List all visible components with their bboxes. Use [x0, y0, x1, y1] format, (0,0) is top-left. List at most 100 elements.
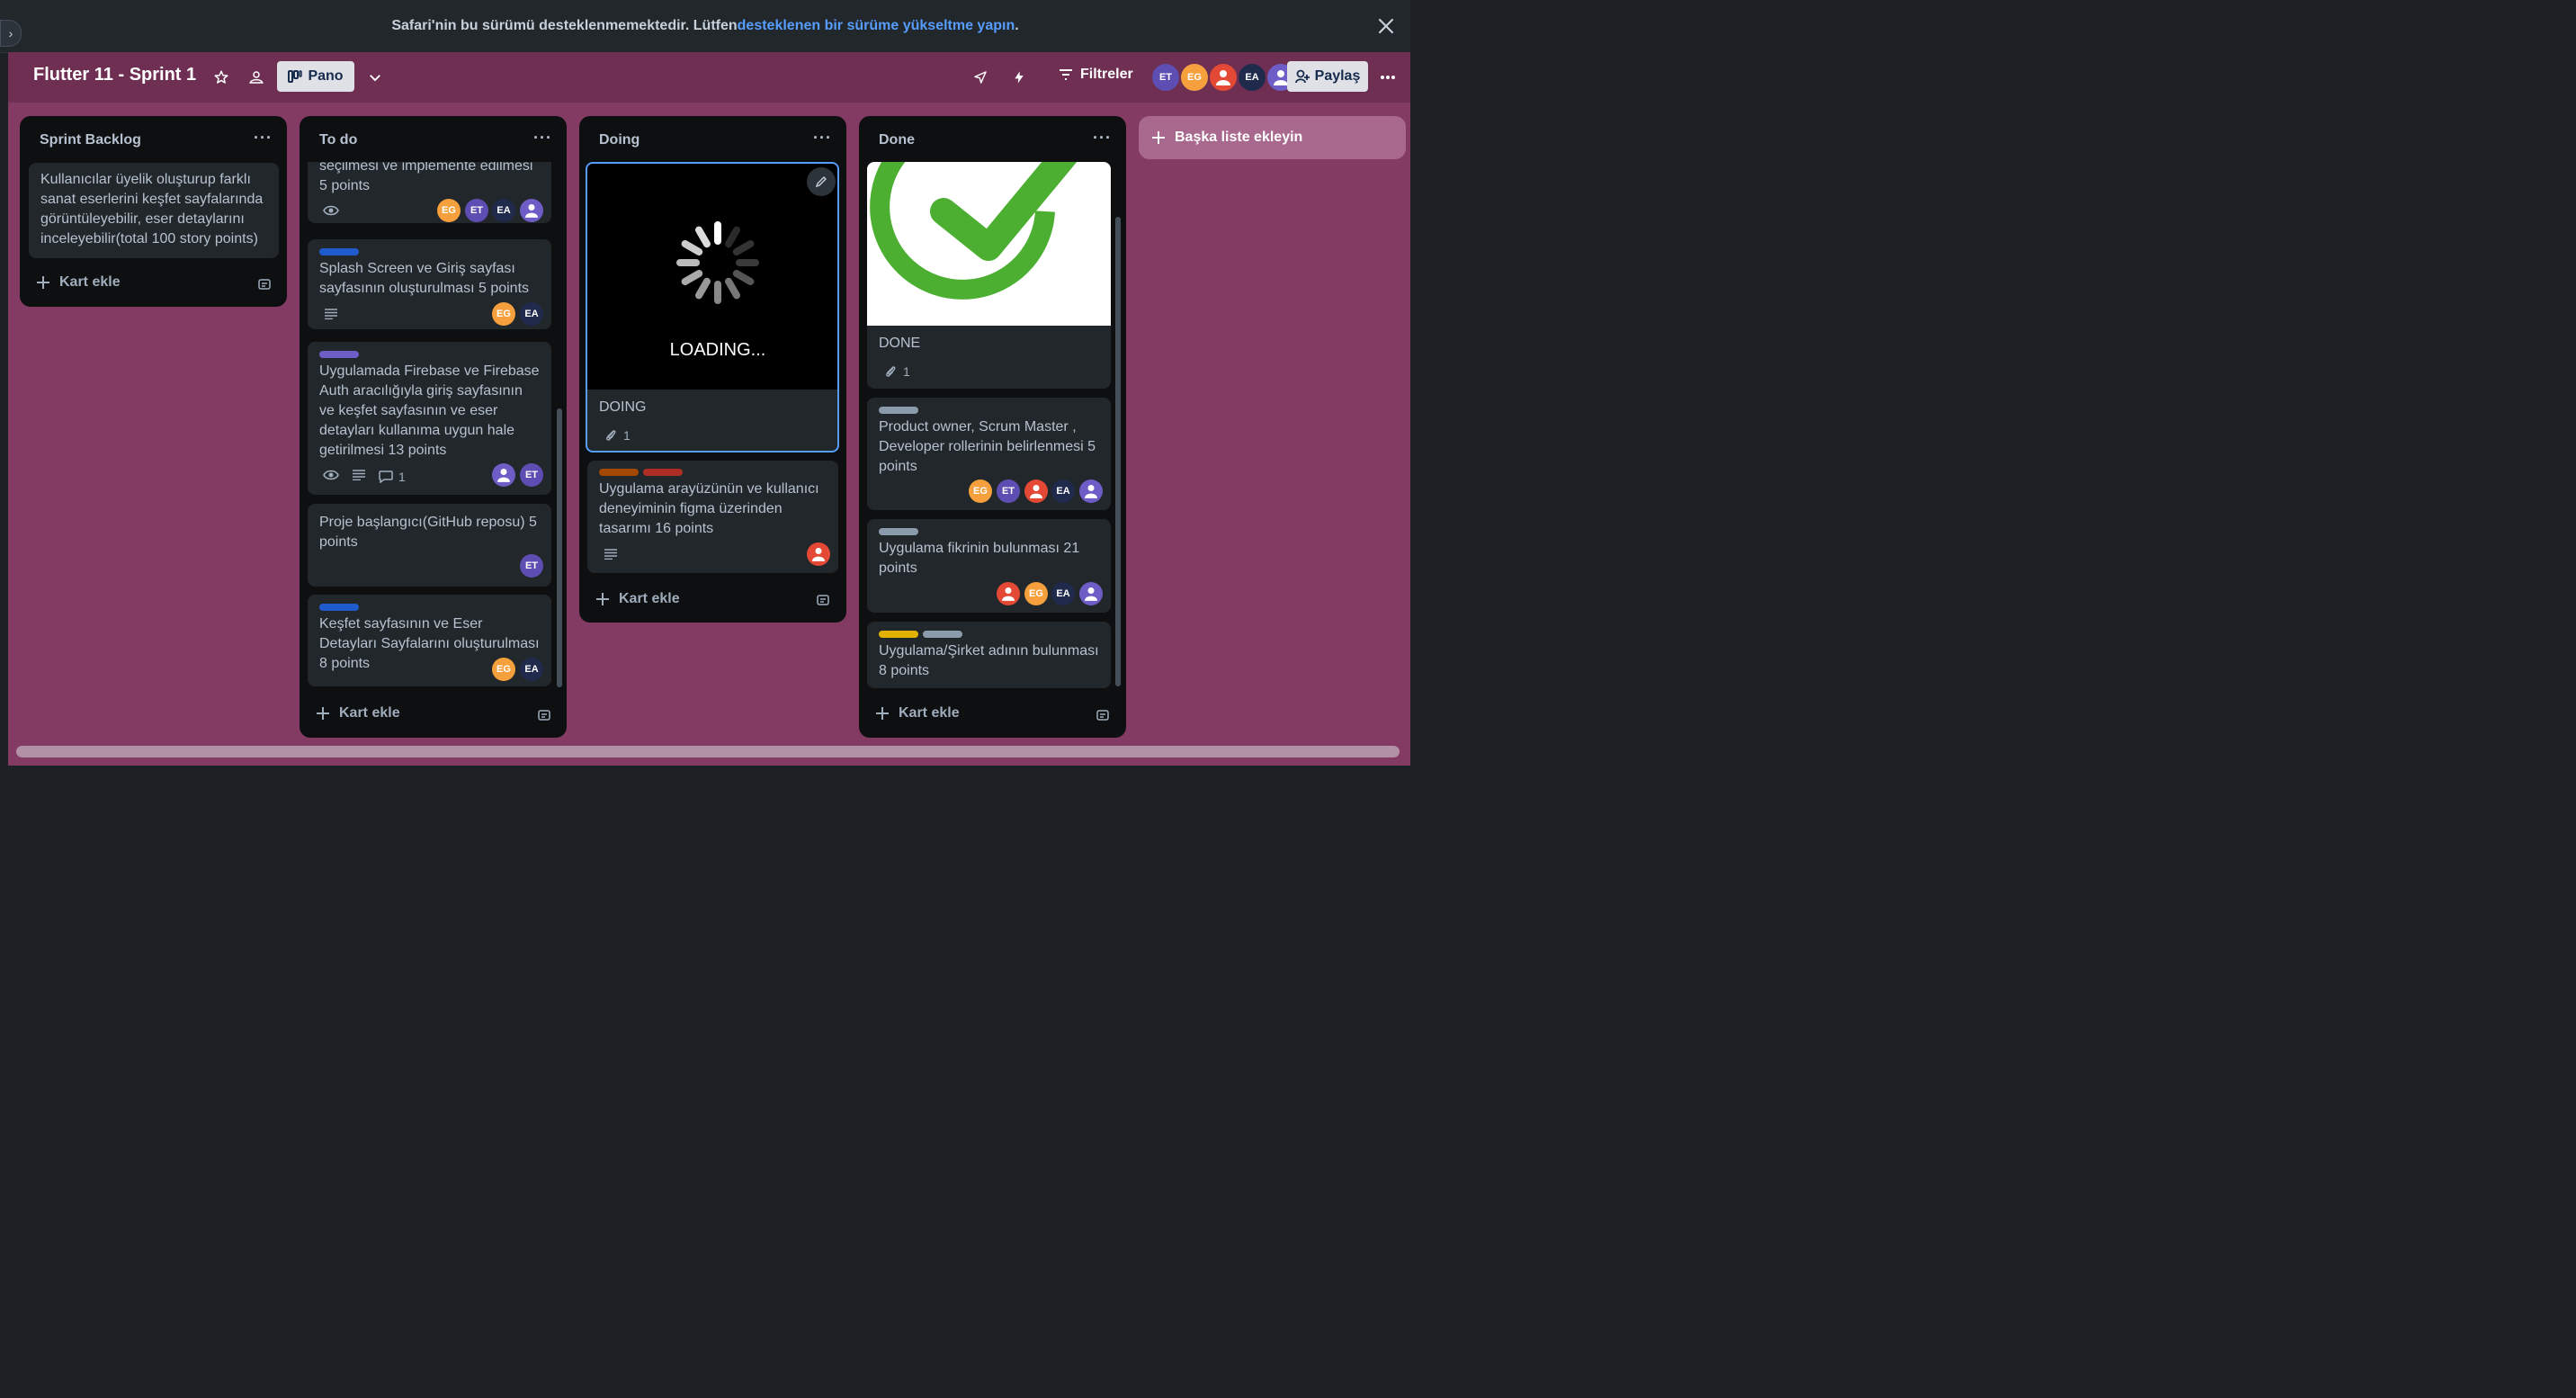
avatar[interactable]: ET	[1150, 62, 1181, 93]
list-to-do: To do ··· seçilmesi ve implemente edilme…	[300, 116, 567, 738]
list-title[interactable]: Sprint Backlog	[40, 132, 141, 148]
avatar[interactable]: EG	[492, 302, 515, 326]
list-menu-button[interactable]: ···	[1093, 129, 1112, 148]
card-template-icon[interactable]	[257, 277, 272, 291]
avatar[interactable]: EG	[492, 658, 515, 681]
card[interactable]: Proje başlangıcı(GitHub reposu) 5 points…	[308, 504, 551, 587]
avatar[interactable]: ET	[997, 479, 1020, 503]
avatar[interactable]	[807, 542, 830, 566]
card-label-blue[interactable]	[319, 248, 359, 255]
add-card-label: Kart ekle	[339, 705, 400, 721]
avatar[interactable]: EA	[1051, 582, 1075, 605]
card-label-red[interactable]	[643, 469, 683, 476]
avatar[interactable]: EG	[1179, 62, 1210, 93]
unsupported-browser-banner: Safari'nin bu sürümü desteklenmemektedir…	[0, 0, 1410, 53]
attachment-count: 1	[903, 364, 910, 379]
visibility-icon[interactable]	[246, 67, 267, 88]
card-label-orange[interactable]	[599, 469, 639, 476]
avatar[interactable]: ET	[465, 199, 488, 222]
share-button[interactable]: Paylaş	[1287, 61, 1368, 92]
add-card-label: Kart ekle	[59, 274, 121, 290]
add-card-button[interactable]: Kart ekle	[316, 705, 400, 721]
add-list-button[interactable]: Başka liste ekleyin	[1139, 116, 1406, 159]
close-icon[interactable]	[1374, 14, 1398, 38]
board-title[interactable]: Flutter 11 - Sprint 1	[33, 65, 196, 85]
avatar[interactable]: EG	[969, 479, 992, 503]
description-icon	[604, 549, 617, 560]
add-card-label: Kart ekle	[899, 705, 960, 721]
avatar[interactable]	[1024, 479, 1048, 503]
card-title: DOING	[599, 399, 647, 415]
card[interactable]: Keşfet sayfasının ve Eser Detayları Sayf…	[308, 595, 551, 686]
filters-button[interactable]: Filtreler	[1059, 67, 1133, 83]
card[interactable]: Uygulama/Şirket adının bulunması 8 point…	[867, 622, 1111, 688]
filters-label: Filtreler	[1080, 67, 1133, 82]
avatar[interactable]: ET	[520, 554, 543, 578]
card[interactable]: Uygulama arayüzünün ve kullanıcı deneyim…	[587, 461, 838, 573]
avatar[interactable]: EA	[1237, 62, 1267, 93]
card-template-icon[interactable]	[816, 593, 830, 607]
card-label-blue[interactable]	[319, 604, 359, 611]
card-title: Kullanıcılar üyelik oluşturup farklı san…	[40, 172, 264, 246]
avatar[interactable]: EG	[437, 199, 461, 222]
card-title: Proje başlangıcı(GitHub reposu) 5 points	[319, 515, 537, 550]
scrollbar[interactable]	[1115, 217, 1121, 686]
avatar[interactable]: EG	[1024, 582, 1048, 605]
avatar[interactable]: EA	[520, 302, 543, 326]
scrollbar[interactable]	[557, 408, 562, 687]
add-card-button[interactable]: Kart ekle	[36, 274, 121, 291]
card-label-purple[interactable]	[319, 351, 359, 358]
avatar[interactable]: EA	[1051, 479, 1075, 503]
list-title[interactable]: Doing	[599, 132, 640, 148]
automation-icon[interactable]	[1008, 67, 1030, 88]
card[interactable]: Product owner, Scrum Master , Developer …	[867, 398, 1111, 510]
edit-card-button[interactable]	[807, 167, 836, 196]
avatar[interactable]: ET	[520, 463, 543, 487]
attachment-badge: 1	[885, 362, 910, 381]
avatar[interactable]: EA	[492, 199, 515, 222]
list-title[interactable]: To do	[319, 132, 357, 148]
card[interactable]: Kullanıcılar üyelik oluşturup farklı san…	[29, 163, 279, 258]
card[interactable]: Uygulama fikrinin bulunması 21 points EG…	[867, 519, 1111, 613]
list-sprint-backlog: Sprint Backlog ··· Kullanıcılar üyelik o…	[20, 116, 287, 307]
filter-icon	[1060, 69, 1072, 80]
list-done: Done ··· DONE 1 Product owner, Scrum Mas…	[859, 116, 1126, 738]
attachment-badge: 1	[605, 426, 631, 445]
card-title: Uygulamada Firebase ve Firebase Auth ara…	[319, 363, 540, 458]
list-menu-button[interactable]: ···	[813, 129, 832, 148]
card[interactable]: Uygulamada Firebase ve Firebase Auth ara…	[308, 342, 551, 495]
chevron-down-icon[interactable]	[364, 67, 386, 88]
more-icon[interactable]	[1377, 67, 1399, 88]
add-card-button[interactable]: Kart ekle	[875, 705, 960, 721]
card-title: Uygulama arayüzünün ve kullanıcı deneyim…	[599, 481, 819, 536]
list-title[interactable]: Done	[879, 132, 915, 148]
card[interactable]: Splash Screen ve Giriş sayfası sayfasını…	[308, 239, 551, 329]
star-icon[interactable]	[210, 67, 232, 88]
list-menu-button[interactable]: ···	[533, 129, 552, 148]
card-label-gray[interactable]	[879, 528, 918, 535]
card-template-icon[interactable]	[1096, 708, 1110, 722]
card[interactable]: seçilmesi ve implemente edilmesi 5 point…	[308, 162, 551, 223]
avatar[interactable]: EA	[520, 658, 543, 681]
avatar[interactable]	[492, 463, 515, 487]
card-label-gray[interactable]	[923, 631, 962, 638]
card-template-icon[interactable]	[537, 708, 551, 722]
avatar[interactable]	[997, 582, 1020, 605]
card[interactable]: DONE 1	[867, 162, 1111, 389]
avatar[interactable]	[520, 199, 543, 222]
share-label: Paylaş	[1314, 68, 1361, 84]
list-cards-scroll[interactable]: seçilmesi ve implemente edilmesi 5 point…	[300, 162, 567, 688]
horizontal-scrollbar[interactable]	[16, 746, 1400, 757]
avatar[interactable]	[1079, 479, 1103, 503]
list-menu-button[interactable]: ···	[254, 129, 273, 148]
card-label-yellow[interactable]	[879, 631, 918, 638]
card-selected[interactable]: LOADING... DOING 1	[586, 162, 839, 453]
upgrade-link[interactable]: desteklenen bir sürüme yükseltme yapın	[738, 18, 1015, 34]
list-cards-scroll[interactable]: DONE 1 Product owner, Scrum Master , Dev…	[859, 162, 1116, 688]
board-view-button[interactable]: Pano	[277, 61, 354, 92]
avatar[interactable]	[1208, 62, 1239, 93]
card-label-gray[interactable]	[879, 407, 918, 414]
rocket-icon[interactable]	[970, 67, 991, 88]
avatar[interactable]	[1079, 582, 1103, 605]
add-card-button[interactable]: Kart ekle	[595, 591, 680, 607]
